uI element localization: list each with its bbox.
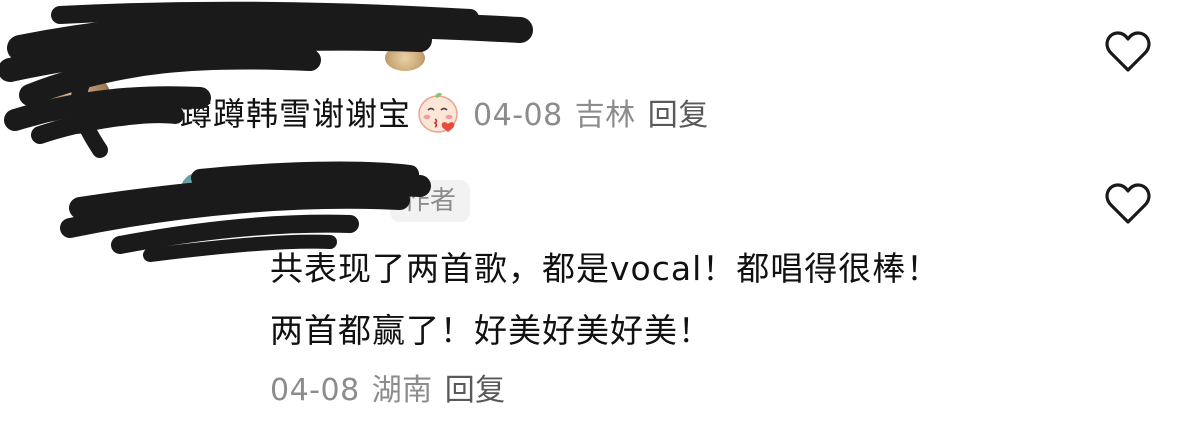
comment-location: 吉林 (574, 98, 636, 133)
comment-date: 04-08 (270, 373, 360, 408)
comment-location: 湖南 (371, 373, 433, 408)
user-badge-icon (385, 45, 425, 71)
comment-item: 作者 共表现了两首歌，都是vocal！都唱得很棒！ 两首都赢了！好美好美好美！ … (0, 160, 1200, 444)
comment-meta: 04-08 湖南 回复 (270, 365, 506, 409)
like-heart-icon[interactable] (1104, 30, 1152, 74)
comment-date: 04-08 (473, 98, 563, 133)
comment-text: 共表现了两首歌，都是vocal！都唱得很棒！ 两首都赢了！好美好美好美！ (270, 238, 1070, 362)
comment-meta: 04-08 吉林 回复 (473, 90, 709, 134)
comment-text-line: 共表现了两首歌，都是vocal！都唱得很棒！ (270, 249, 941, 288)
comment-content-line: 蹲蹲韩雪谢谢宝 04-08 吉林 回复 (180, 88, 709, 136)
comment-list: 蹲蹲韩雪谢谢宝 04-08 吉林 回复 作者 共表现了两首歌，都是vocal！都… (0, 0, 1200, 444)
comment-text: 蹲蹲韩雪谢谢宝 (180, 95, 412, 133)
author-badge: 作者 (390, 180, 471, 222)
reply-button[interactable]: 回复 (648, 98, 709, 133)
avatar[interactable] (180, 172, 220, 212)
kissing-face-emoji-icon (415, 90, 461, 134)
comment-item: 蹲蹲韩雪谢谢宝 04-08 吉林 回复 (0, 0, 1200, 160)
reply-button[interactable]: 回复 (445, 373, 506, 408)
comment-text-line: 两首都赢了！好美好美好美！ (270, 311, 712, 350)
like-heart-icon[interactable] (1104, 182, 1152, 226)
avatar[interactable] (48, 70, 112, 134)
